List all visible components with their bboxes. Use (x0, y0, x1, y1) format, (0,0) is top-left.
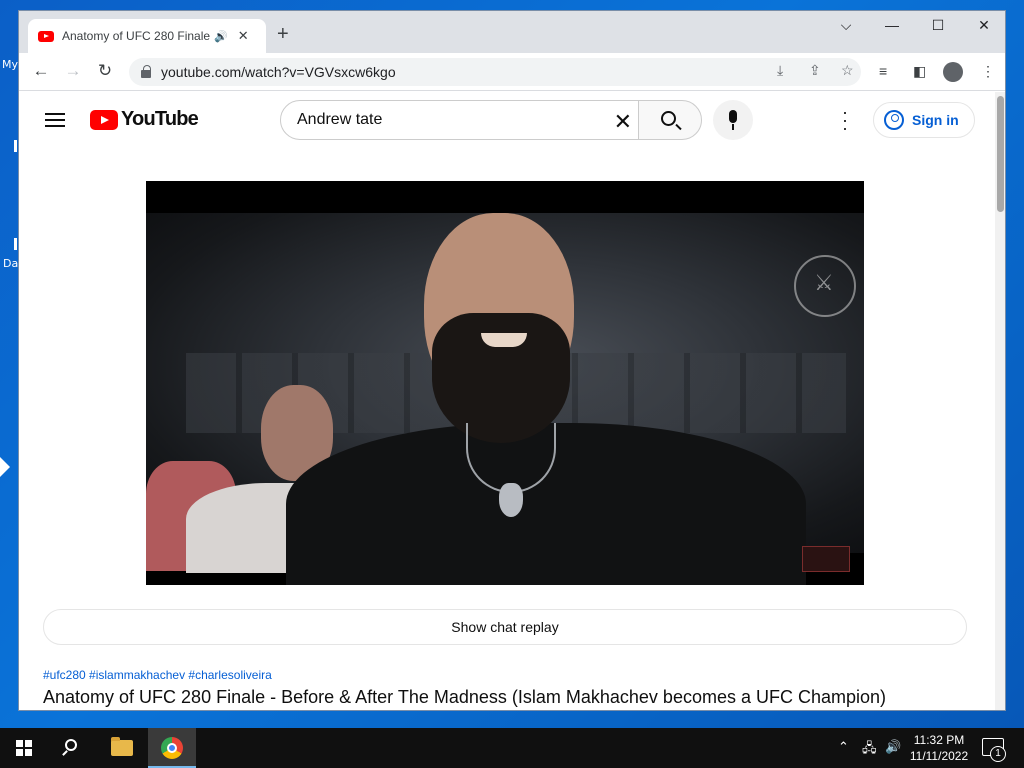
search-icon (65, 739, 77, 751)
desktop-icon-fragment (14, 140, 17, 152)
browser-window: Anatomy of UFC 280 Finale - Before & Aft… (18, 10, 1006, 711)
forward-arrow-icon[interactable]: → (61, 61, 85, 81)
url-text[interactable]: youtube.com/watch?v=VGVsxcw6kgo (161, 64, 396, 80)
clock-date: 11/11/2022 (909, 749, 969, 763)
install-app-icon[interactable]: ⤓ (777, 62, 783, 79)
tab-search-chevron-icon[interactable]: ⌵ (831, 17, 861, 34)
video-frame: ⚔ (146, 213, 864, 585)
desktop-icon-fragment (14, 238, 17, 250)
back-arrow-icon[interactable]: ← (29, 61, 53, 81)
system-clock[interactable]: 11:32 PM 11/11/2022 (902, 732, 976, 764)
page-scrollbar[interactable] (995, 92, 1005, 710)
network-icon[interactable]: 🖧 (862, 739, 877, 761)
side-panel-icon[interactable]: ◧ (913, 63, 926, 80)
settings-more-icon[interactable]: · · · (835, 103, 855, 137)
scrollbar-thumb[interactable] (997, 96, 1004, 212)
search-query[interactable]: Andrew tate (297, 111, 382, 129)
search-button[interactable] (638, 100, 702, 140)
youtube-logo-text: YouTube (121, 108, 199, 130)
browser-menu-icon[interactable]: ⋮ (981, 63, 995, 80)
browser-toolbar: ← → ↻ youtube.com/watch?v=VGVsxcw6kgo ⤓ … (19, 53, 1005, 91)
lock-icon[interactable] (141, 64, 151, 78)
tab-close-icon[interactable]: ✕ (238, 28, 249, 44)
maximize-button[interactable]: ☐ (923, 17, 953, 34)
browser-tab-active[interactable]: Anatomy of UFC 280 Finale - Before & Aft… (28, 19, 266, 53)
taskbar-search-button[interactable] (48, 728, 96, 768)
profile-avatar-icon[interactable] (943, 62, 963, 82)
desktop-icon-label[interactable]: Da (3, 257, 18, 270)
file-explorer-button[interactable] (98, 728, 146, 768)
folder-icon (111, 737, 133, 756)
start-button[interactable] (0, 728, 48, 768)
media-controls-icon[interactable]: ≡ (879, 63, 887, 79)
reload-icon[interactable]: ↻ (93, 61, 117, 81)
close-window-button[interactable]: ✕ (969, 17, 999, 34)
notification-count-badge: 1 (990, 746, 1006, 762)
microphone-icon (729, 110, 737, 123)
search-icon (661, 111, 676, 126)
share-icon[interactable]: ⇪ (809, 62, 821, 79)
youtube-play-icon (90, 109, 118, 130)
tab-strip: Anatomy of UFC 280 Finale - Before & Aft… (19, 11, 1005, 53)
chrome-icon (161, 737, 183, 759)
clear-search-icon[interactable]: ✕ (614, 109, 632, 135)
video-player[interactable]: ⚔ (146, 181, 864, 585)
desktop-icon-label[interactable]: My (2, 58, 18, 71)
youtube-logo[interactable]: YouTube (90, 108, 199, 131)
show-chat-replay-button[interactable]: Show chat replay (43, 609, 967, 645)
youtube-page: YouTube Andrew tate ✕ · · · Sign in ⚔ Sh… (19, 92, 995, 710)
hamburger-menu-icon[interactable] (45, 113, 65, 127)
tab-title: Anatomy of UFC 280 Finale - Before & Aft… (62, 29, 210, 43)
voice-search-button[interactable] (713, 100, 753, 140)
bookmark-star-icon[interactable]: ☆ (841, 62, 854, 79)
chrome-taskbar-button[interactable] (148, 728, 196, 768)
speaker-icon[interactable]: 🔊 (214, 30, 228, 43)
taskbar: ⌃ 🖧 🔊 11:32 PM 11/11/2022 1 (0, 728, 1024, 768)
new-tab-button[interactable]: + (277, 23, 289, 46)
account-circle-icon (884, 110, 904, 130)
video-hashtags[interactable]: #ufc280 #islammakhachev #charlesoliveira (43, 668, 272, 682)
search-input[interactable]: Andrew tate ✕ (280, 100, 639, 140)
volume-icon[interactable]: 🔊 (885, 739, 901, 755)
windows-logo-icon (16, 740, 32, 756)
youtube-favicon-icon (38, 30, 54, 42)
channel-watermark-logo: ⚔ (794, 255, 856, 317)
minimize-button[interactable]: — (877, 17, 907, 33)
clock-time: 11:32 PM (913, 733, 965, 747)
sign-in-button[interactable]: Sign in (873, 102, 975, 138)
show-hidden-icons-chevron-icon[interactable]: ⌃ (838, 739, 849, 755)
video-title: Anatomy of UFC 280 Finale - Before & Aft… (43, 687, 887, 707)
sign-in-label: Sign in (912, 112, 959, 128)
mouse-cursor-icon (0, 457, 10, 477)
address-bar[interactable]: youtube.com/watch?v=VGVsxcw6kgo ⤓ ⇪ ☆ (129, 58, 861, 86)
video-corner-logo (802, 546, 850, 572)
